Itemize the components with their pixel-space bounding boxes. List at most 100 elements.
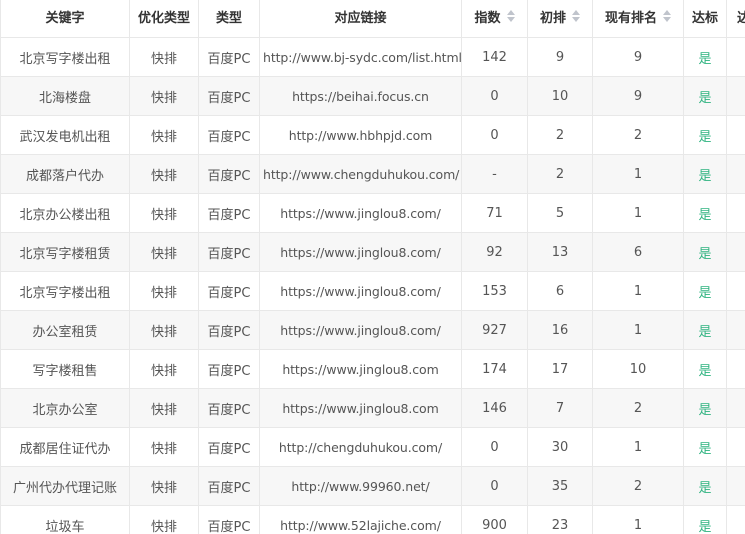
cell-keyword: 北京写字楼出租 xyxy=(0,37,130,77)
cell-index: 71 xyxy=(461,193,528,233)
cell-url: http://www.bj-sydc.com/list.html xyxy=(259,37,462,77)
sort-caret-icon[interactable] xyxy=(572,10,580,22)
cell-opt-type: 快排 xyxy=(129,76,199,116)
table-row[interactable]: 办公室租赁 快排 百度PC https://www.jinglou8.com/927 1… xyxy=(0,310,745,350)
cell-url: https://www.jinglou8.com xyxy=(259,349,462,389)
cell-extra xyxy=(726,388,745,428)
cell-initial-rank: 13 xyxy=(527,232,593,272)
cell-index: 0 xyxy=(461,115,528,155)
cell-index: 0 xyxy=(461,466,528,506)
cell-keyword: 广州代办代理记账 xyxy=(0,466,130,506)
cell-type: 百度PC xyxy=(198,37,260,77)
cell-type: 百度PC xyxy=(198,232,260,272)
cell-type: 百度PC xyxy=(198,466,260,506)
cell-current-rank: 6 xyxy=(592,232,684,272)
table-row[interactable]: 北京写字楼出租 快排 百度PC https://www.jinglou8.com/15… xyxy=(0,271,745,311)
cell-opt-type: 快排 xyxy=(129,232,199,272)
table-row[interactable]: 成都落户代办 快排 百度PC http://www.chengduhukou.com/… xyxy=(0,154,745,194)
table-row[interactable]: 北京办公楼出租 快排 百度PC https://www.jinglou8.com/71… xyxy=(0,193,745,233)
table-row[interactable]: 北京写字楼租赁 快排 百度PC https://www.jinglou8.com/92… xyxy=(0,232,745,272)
cell-extra xyxy=(726,154,745,194)
cell-index: 153 xyxy=(461,271,528,311)
table-row[interactable]: 写字楼租售 快排 百度PC https://www.jinglou8.com 174 17… xyxy=(0,349,745,389)
header-keyword-label: 关键字 xyxy=(45,10,85,26)
cell-keyword: 北海楼盘 xyxy=(0,76,130,116)
cell-type: 百度PC xyxy=(198,505,260,534)
header-reached-label: 达标 xyxy=(691,10,718,26)
header-keyword: 关键字 xyxy=(0,0,130,38)
cell-extra xyxy=(726,115,745,155)
cell-initial-rank: 6 xyxy=(527,271,593,311)
cell-reached: 是 xyxy=(683,310,727,350)
cell-index: 0 xyxy=(461,76,528,116)
cell-index: 927 xyxy=(461,310,528,350)
cell-url: https://www.jinglou8.com/ xyxy=(259,232,462,272)
cell-initial-rank: 16 xyxy=(527,310,593,350)
header-extra-label: 达 xyxy=(737,11,745,26)
header-index[interactable]: 指数 xyxy=(461,0,528,38)
header-type-label: 类型 xyxy=(215,10,242,26)
table-row[interactable]: 北京办公室 快排 百度PC https://www.jinglou8.com 146 7 2… xyxy=(0,388,745,428)
cell-current-rank: 2 xyxy=(592,115,684,155)
cell-initial-rank: 2 xyxy=(527,154,593,194)
table-row[interactable]: 武汉发电机出租 快排 百度PC http://www.hbhpjd.com 0 2 2 是 xyxy=(0,115,745,155)
cell-index: 900 xyxy=(461,505,528,534)
table-row[interactable]: 成都居住证代办 快排 百度PC http://chengduhukou.com/0 30… xyxy=(0,427,745,467)
cell-reached: 是 xyxy=(683,193,727,233)
header-type: 类型 xyxy=(198,0,260,38)
cell-reached: 是 xyxy=(683,427,727,467)
cell-url: https://www.jinglou8.com xyxy=(259,388,462,428)
cell-current-rank: 1 xyxy=(592,193,684,233)
cell-keyword: 北京办公楼出租 xyxy=(0,193,130,233)
cell-index: 92 xyxy=(461,232,528,272)
header-initial-rank[interactable]: 初排 xyxy=(527,0,593,38)
cell-reached: 是 xyxy=(683,466,727,506)
cell-url: https://www.jinglou8.com/ xyxy=(259,193,462,233)
cell-type: 百度PC xyxy=(198,76,260,116)
cell-initial-rank: 2 xyxy=(527,115,593,155)
cell-url: http://www.99960.net/ xyxy=(259,466,462,506)
cell-index: 174 xyxy=(461,349,528,389)
cell-opt-type: 快排 xyxy=(129,271,199,311)
cell-initial-rank: 30 xyxy=(527,427,593,467)
table-row[interactable]: 广州代办代理记账 快排 百度PC http://www.99960.net/0 35 2 是 xyxy=(0,466,745,506)
cell-reached: 是 xyxy=(683,37,727,77)
table-header: 关键字 优化类型 类型 对应链接 指数 初排 现有排名 达标 xyxy=(0,0,745,38)
header-initial-rank-label: 初排 xyxy=(539,10,566,26)
table-body: 北京写字楼出租 快排 百度PC http://www.bj-sydc.com/list… xyxy=(0,37,745,534)
cell-initial-rank: 10 xyxy=(527,76,593,116)
header-extra: 达 xyxy=(726,0,745,38)
table-row[interactable]: 北京写字楼出租 快排 百度PC http://www.bj-sydc.com/list… xyxy=(0,37,745,77)
cell-reached: 是 xyxy=(683,115,727,155)
cell-extra xyxy=(726,349,745,389)
header-current-rank[interactable]: 现有排名 xyxy=(592,0,684,38)
cell-reached: 是 xyxy=(683,349,727,389)
table-row[interactable]: 垃圾车 快排 百度PC http://www.52lajiche.com/900 23 1… xyxy=(0,505,745,534)
cell-keyword: 垃圾车 xyxy=(0,505,130,534)
header-reached: 达标 xyxy=(683,0,727,38)
cell-type: 百度PC xyxy=(198,193,260,233)
cell-type: 百度PC xyxy=(198,427,260,467)
cell-current-rank: 2 xyxy=(592,466,684,506)
cell-url: http://www.hbhpjd.com xyxy=(259,115,462,155)
table-row[interactable]: 北海楼盘 快排 百度PC https://beihai.focus.cn 0 10 9 是 xyxy=(0,76,745,116)
cell-extra xyxy=(726,232,745,272)
cell-reached: 是 xyxy=(683,232,727,272)
cell-type: 百度PC xyxy=(198,388,260,428)
cell-reached: 是 xyxy=(683,76,727,116)
sort-caret-icon[interactable] xyxy=(663,10,671,22)
sort-caret-icon[interactable] xyxy=(506,10,515,22)
cell-reached: 是 xyxy=(683,388,727,428)
cell-opt-type: 快排 xyxy=(129,154,199,194)
header-opt-type-label: 优化类型 xyxy=(137,10,190,26)
cell-index: - xyxy=(461,154,528,194)
cell-extra xyxy=(726,37,745,77)
cell-extra xyxy=(726,427,745,467)
cell-reached: 是 xyxy=(683,505,727,534)
cell-opt-type: 快排 xyxy=(129,388,199,428)
cell-keyword: 成都居住证代办 xyxy=(0,427,130,467)
header-row: 关键字 优化类型 类型 对应链接 指数 初排 现有排名 达标 xyxy=(0,0,745,38)
cell-keyword: 北京办公室 xyxy=(0,388,130,428)
cell-index: 146 xyxy=(461,388,528,428)
cell-opt-type: 快排 xyxy=(129,37,199,77)
